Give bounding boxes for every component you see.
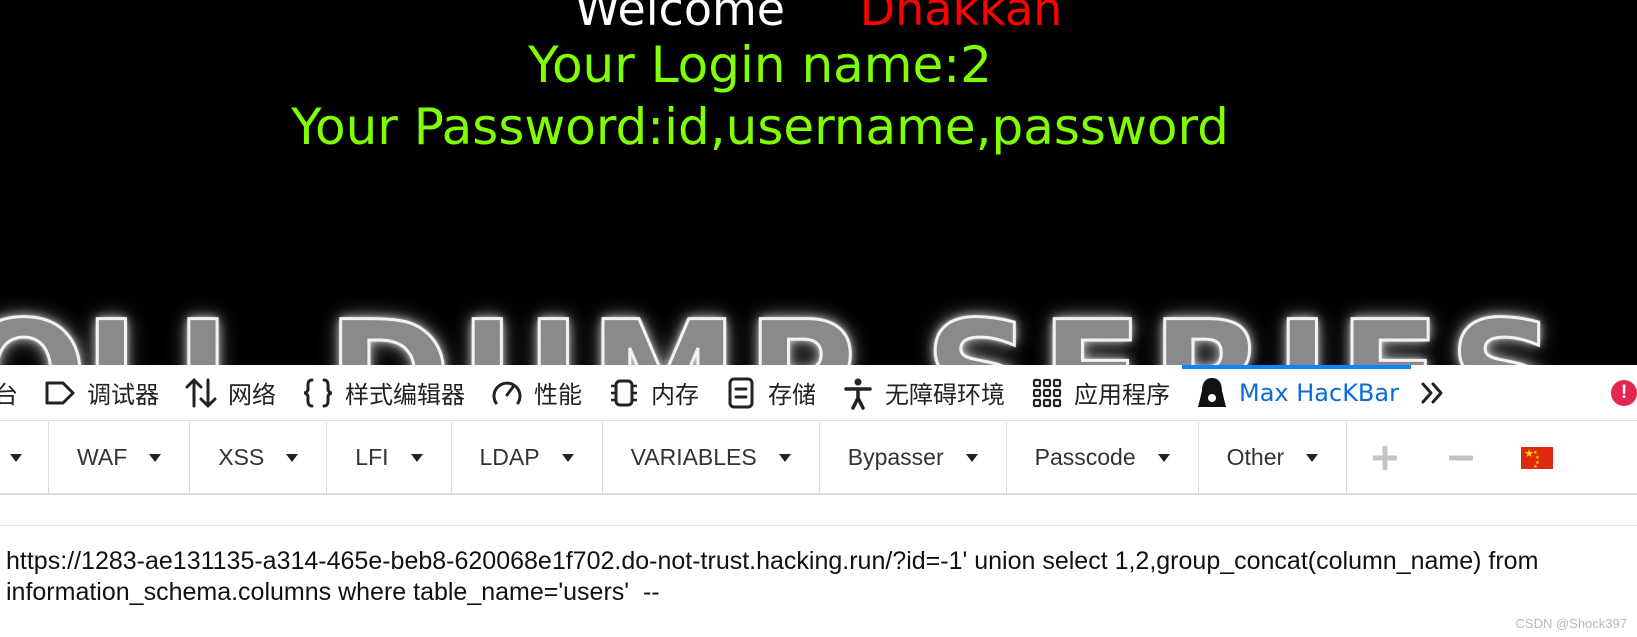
network-icon — [183, 375, 219, 411]
ldap-label: LDAP — [479, 444, 540, 470]
bypasser-label: Bypasser — [847, 444, 944, 470]
web-page-content: Welcome Dhakkan Your Login name:2 Your P… — [0, 0, 1637, 365]
china-flag-icon: ★ ★ ★ ★ ★ — [1521, 446, 1554, 470]
debugger-icon — [42, 375, 78, 411]
add-field-button[interactable] — [1347, 422, 1423, 493]
xss-label: XSS — [218, 444, 265, 470]
caret-down-icon — [1306, 453, 1319, 462]
accessibility-icon — [840, 375, 876, 411]
dump-series-banner: OLL DUMPSERIES — [0, 289, 1637, 366]
url-text-value[interactable]: https://1283-ae131135-a314-465e-beb8-620… — [6, 546, 1626, 608]
tab-performance[interactable]: 性能 — [477, 365, 594, 421]
welcome-line: Welcome Dhakkan — [0, 0, 1637, 36]
tab-debugger[interactable]: 调试器 — [30, 365, 171, 421]
tab-label: 样式编辑器 — [345, 381, 465, 409]
caret-down-icon — [778, 453, 791, 462]
tab-accessibility[interactable]: 无障碍环境 — [828, 365, 1017, 421]
lfi-label: LFI — [355, 444, 389, 470]
bypasser-menu-button[interactable]: Bypasser — [820, 422, 1007, 493]
tab-application[interactable]: 应用程序 — [1017, 365, 1182, 421]
passcode-menu-button[interactable]: Passcode — [1007, 422, 1199, 493]
remove-field-button[interactable] — [1423, 422, 1499, 493]
hackbar-toolbar: WAF XSS LFI LDAP VARIABLES Bypasser Pass… — [0, 422, 1637, 495]
caret-down-icon — [1157, 453, 1170, 462]
caret-down-icon — [286, 453, 299, 462]
more-tabs-button[interactable] — [1411, 365, 1455, 421]
tab-label: 网络 — [228, 381, 276, 409]
url-textarea[interactable]: https://1283-ae131135-a314-465e-beb8-620… — [0, 525, 1637, 637]
other-menu-button[interactable]: Other — [1199, 422, 1348, 493]
tab-label: 内存 — [651, 381, 699, 409]
tab-console[interactable]: 台 — [0, 365, 30, 421]
ldap-menu-button[interactable]: LDAP — [452, 422, 603, 493]
tab-label: 存储 — [768, 381, 816, 409]
welcome-text: Welcome — [574, 0, 786, 36]
tab-label: 调试器 — [87, 381, 159, 409]
caret-down-icon — [149, 453, 162, 462]
login-name-text: Your Login name:2 — [528, 36, 992, 94]
hacker-icon — [1194, 375, 1230, 411]
minus-icon — [1449, 455, 1474, 460]
error-icon[interactable]: ! — [1611, 380, 1637, 406]
tab-style-editor[interactable]: 样式编辑器 — [288, 365, 477, 421]
tab-label: Max HacKBar — [1239, 378, 1399, 407]
tab-network[interactable]: 网络 — [171, 365, 288, 421]
xss-menu-button[interactable]: XSS — [190, 422, 328, 493]
tab-memory[interactable]: 内存 — [594, 365, 711, 421]
passcode-label: Passcode — [1034, 444, 1136, 470]
devtools-tab-bar: 台 调试器 网络 样式编辑器 性能 内存 存储 无障碍环境 应用程序 Max H… — [0, 364, 1637, 421]
caret-down-icon — [410, 453, 423, 462]
memory-chip-icon — [606, 375, 642, 411]
tab-label: 性能 — [534, 381, 582, 409]
password-text: Your Password:id,username,password — [291, 98, 1229, 156]
braces-icon — [300, 375, 336, 411]
watermark: CSDN @Shock397 — [1515, 616, 1627, 631]
banner-left-text: DUMP — [325, 289, 865, 366]
caret-down-icon — [10, 453, 22, 462]
tab-storage[interactable]: 存储 — [711, 365, 828, 421]
tab-label: 无障碍环境 — [885, 381, 1005, 409]
storage-icon — [723, 375, 759, 411]
variables-label: VARIABLES — [630, 444, 757, 470]
language-button[interactable]: ★ ★ ★ ★ ★ — [1499, 422, 1575, 493]
hackbar-menu-partial[interactable] — [0, 422, 49, 493]
caret-down-icon — [965, 453, 978, 462]
waf-menu-button[interactable]: WAF — [49, 422, 191, 493]
tab-max-hackbar[interactable]: Max HacKBar — [1182, 364, 1411, 421]
plus-icon — [1373, 445, 1398, 470]
other-label: Other — [1226, 444, 1285, 470]
lfi-menu-button[interactable]: LFI — [327, 422, 452, 493]
caret-down-icon — [561, 453, 574, 462]
grid-icon — [1029, 375, 1065, 411]
variables-menu-button[interactable]: VARIABLES — [603, 422, 820, 493]
banner-right-text: SERIES — [923, 289, 1564, 366]
user-name-text: Dhakkan — [859, 0, 1063, 36]
double-chevron-right-icon — [1421, 382, 1443, 403]
tab-label: 应用程序 — [1074, 381, 1170, 409]
tab-label: 台 — [0, 381, 18, 409]
gauge-icon — [489, 375, 525, 411]
waf-label: WAF — [77, 444, 128, 470]
